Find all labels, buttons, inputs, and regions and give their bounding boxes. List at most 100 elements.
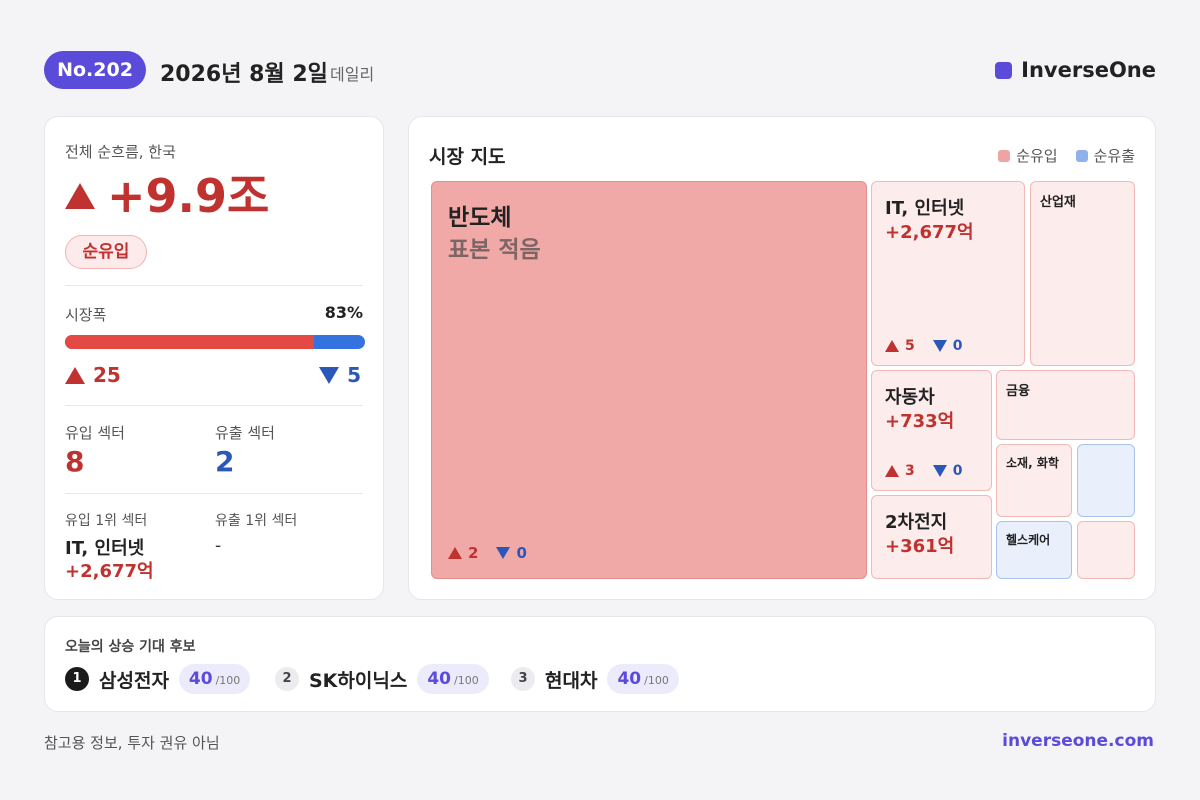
tile-counts: 2 0 <box>448 544 527 562</box>
net-flow-label: 전체 순흐름, 한국 <box>65 143 176 161</box>
score-max: /100 <box>215 674 241 687</box>
tile-finance[interactable]: 금융 <box>996 370 1135 440</box>
tile-name: 소재, 화학 <box>1006 456 1059 470</box>
header: No.202 2026년 8월 2일 데일리 InverseOne <box>44 51 1156 89</box>
tile-value: +733억 <box>885 411 955 432</box>
tile-counts: 5 0 <box>885 338 963 354</box>
tile-unlabeled-inflow[interactable] <box>1077 521 1135 579</box>
score-badge: 40 /100 <box>607 664 679 694</box>
inflow-sectors-count: 8 <box>65 445 85 478</box>
legend: 순유입 순유출 <box>998 145 1135 166</box>
candidates-title: 오늘의 상승 기대 후보 <box>65 639 196 655</box>
top-outflow-label: 유출 1위 섹터 <box>215 513 298 529</box>
candidate-item[interactable]: 2 SK하이닉스 40 /100 <box>275 664 489 694</box>
tile-down-count: 0 <box>952 338 963 354</box>
tile-unlabeled-outflow[interactable] <box>1077 444 1135 517</box>
tile-name: 반도체 <box>448 205 512 231</box>
status-badge: 순유입 <box>65 235 147 269</box>
top-inflow-value: +2,677억 <box>65 561 154 582</box>
up-arrow-icon <box>885 340 899 352</box>
outflow-swatch-icon <box>1075 149 1088 162</box>
brand: InverseOne <box>995 57 1156 83</box>
decliners: 5 <box>319 363 361 387</box>
brand-logo-icon <box>995 61 1013 79</box>
outflow-sectors-count: 2 <box>215 445 235 478</box>
down-arrow-icon <box>932 340 947 352</box>
divider <box>65 285 363 286</box>
tile-battery[interactable]: 2차전지 +361억 <box>871 495 992 579</box>
tile-materials[interactable]: 소재, 화학 <box>996 444 1072 517</box>
tile-up-count: 5 <box>905 338 915 354</box>
tile-industrials[interactable]: 산업재 <box>1030 181 1135 366</box>
down-arrow-icon <box>496 547 511 559</box>
inflow-swatch-icon <box>998 149 1011 162</box>
legend-inflow: 순유입 <box>998 145 1058 166</box>
top-outflow-sector: - <box>215 536 222 556</box>
tile-auto[interactable]: 자동차 +733억 3 0 <box>871 370 992 491</box>
issue-badge: No.202 <box>44 51 146 89</box>
tile-value: +361억 <box>885 536 955 557</box>
up-arrow-icon <box>885 465 899 477</box>
legend-inflow-label: 순유입 <box>1016 147 1058 165</box>
candidate-name: 현대차 <box>545 669 598 692</box>
decliners-count: 5 <box>347 363 361 387</box>
rank-badge: 2 <box>275 667 299 691</box>
candidate-item[interactable]: 1 삼성전자 40 /100 <box>65 664 251 694</box>
edition-label: 데일리 <box>330 65 375 84</box>
breadth-percent: 83% <box>324 303 363 322</box>
score-max: /100 <box>454 674 479 687</box>
tile-down-count: 0 <box>516 544 527 562</box>
candidate-item[interactable]: 3 현대차 40 /100 <box>511 664 679 694</box>
summary-card: 전체 순흐름, 한국 +9.9조 순유입 시장폭 83% 25 5 유입 섹터 … <box>44 116 384 600</box>
tile-name: 자동차 <box>885 387 935 408</box>
net-flow: +9.9조 <box>65 169 269 223</box>
up-arrow-icon <box>65 183 95 209</box>
top-inflow-label: 유입 1위 섹터 <box>65 513 148 529</box>
score-badge: 40 /100 <box>178 664 251 694</box>
market-map-title: 시장 지도 <box>429 146 506 168</box>
divider <box>65 405 363 406</box>
up-arrow-icon <box>65 366 85 384</box>
tile-name: IT, 인터넷 <box>885 198 965 219</box>
tile-value: +2,677억 <box>885 222 974 243</box>
tile-healthcare[interactable]: 헬스케어 <box>996 521 1072 579</box>
candidate-name: 삼성전자 <box>99 669 169 692</box>
score-value: 40 <box>617 669 642 689</box>
tile-counts: 3 0 <box>885 463 963 479</box>
candidate-name: SK하이닉스 <box>309 669 408 692</box>
rank-badge: 1 <box>65 667 89 691</box>
score-value: 40 <box>427 669 451 689</box>
tile-name: 2차전지 <box>885 512 948 533</box>
site-link[interactable]: inverseone.com <box>1002 731 1154 751</box>
market-map-card: 시장 지도 순유입 순유출 반도체 표본 적음 2 0 IT, 인터넷 +2,6… <box>408 116 1156 600</box>
up-arrow-icon <box>448 547 462 559</box>
rank-badge: 3 <box>511 667 535 691</box>
tile-it-internet[interactable]: IT, 인터넷 +2,677억 5 0 <box>871 181 1025 366</box>
breadth-bar <box>65 335 365 349</box>
candidates-card: 오늘의 상승 기대 후보 1 삼성전자 40 /100 2 SK하이닉스 40 … <box>44 616 1156 712</box>
advancers-count: 25 <box>93 363 121 387</box>
tile-up-count: 2 <box>468 544 479 562</box>
tile-semiconductors[interactable]: 반도체 표본 적음 2 0 <box>431 181 867 579</box>
score-max: /100 <box>644 674 669 687</box>
tile-name: 헬스케어 <box>1006 533 1051 547</box>
down-arrow-icon <box>932 465 947 477</box>
tile-name: 산업재 <box>1040 195 1076 210</box>
net-flow-value: +9.9조 <box>107 169 270 223</box>
legend-outflow: 순유출 <box>1075 145 1135 166</box>
score-value: 40 <box>188 669 213 689</box>
tile-name: 금융 <box>1006 384 1030 399</box>
tile-note: 표본 적음 <box>448 237 541 263</box>
advancers: 25 <box>65 363 121 387</box>
report-date: 2026년 8월 2일 <box>160 62 328 87</box>
inflow-sectors-label: 유입 섹터 <box>65 424 125 442</box>
score-badge: 40 /100 <box>417 664 489 694</box>
breadth-label: 시장폭 <box>65 306 107 324</box>
legend-outflow-label: 순유출 <box>1093 147 1135 165</box>
tile-up-count: 3 <box>905 463 915 479</box>
breadth-bar-fill <box>65 335 314 349</box>
divider <box>65 493 363 494</box>
tile-down-count: 0 <box>952 463 963 479</box>
disclaimer: 참고용 정보, 투자 권유 아님 <box>44 734 220 752</box>
outflow-sectors-label: 유출 섹터 <box>215 424 275 442</box>
